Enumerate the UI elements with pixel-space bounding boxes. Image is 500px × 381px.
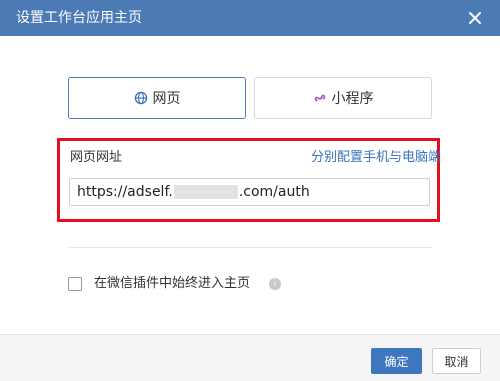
- dialog-footer: [0, 334, 500, 381]
- page-type-tabs: 网页 小程序: [68, 77, 432, 119]
- configure-separately-link[interactable]: 分别配置手机与电脑端: [311, 149, 441, 167]
- redacted-region: [173, 185, 238, 199]
- section-divider: [68, 247, 432, 248]
- dialog-header: 设置工作台应用主页: [0, 0, 500, 36]
- close-icon[interactable]: [464, 7, 486, 29]
- globe-icon: [134, 91, 148, 105]
- tab-mini-program-label: 小程序: [331, 91, 374, 107]
- info-icon[interactable]: i: [269, 278, 281, 290]
- url-suffix: .com/auth: [238, 184, 310, 200]
- always-open-homepage-label: 在微信插件中始终进入主页: [94, 276, 251, 291]
- confirm-button[interactable]: 确定: [371, 348, 422, 374]
- url-input[interactable]: https://adself. .com/auth: [69, 178, 430, 206]
- mini-program-icon: [313, 91, 327, 105]
- tab-web-page[interactable]: 网页: [68, 77, 246, 119]
- url-prefix: https://adself.: [77, 184, 173, 200]
- cancel-button[interactable]: 取消: [432, 348, 481, 374]
- always-open-homepage-checkbox[interactable]: [68, 277, 82, 291]
- dialog-title: 设置工作台应用主页: [16, 10, 142, 26]
- url-label: 网页网址: [70, 150, 123, 165]
- tab-web-page-label: 网页: [152, 91, 181, 107]
- tab-mini-program[interactable]: 小程序: [254, 77, 432, 119]
